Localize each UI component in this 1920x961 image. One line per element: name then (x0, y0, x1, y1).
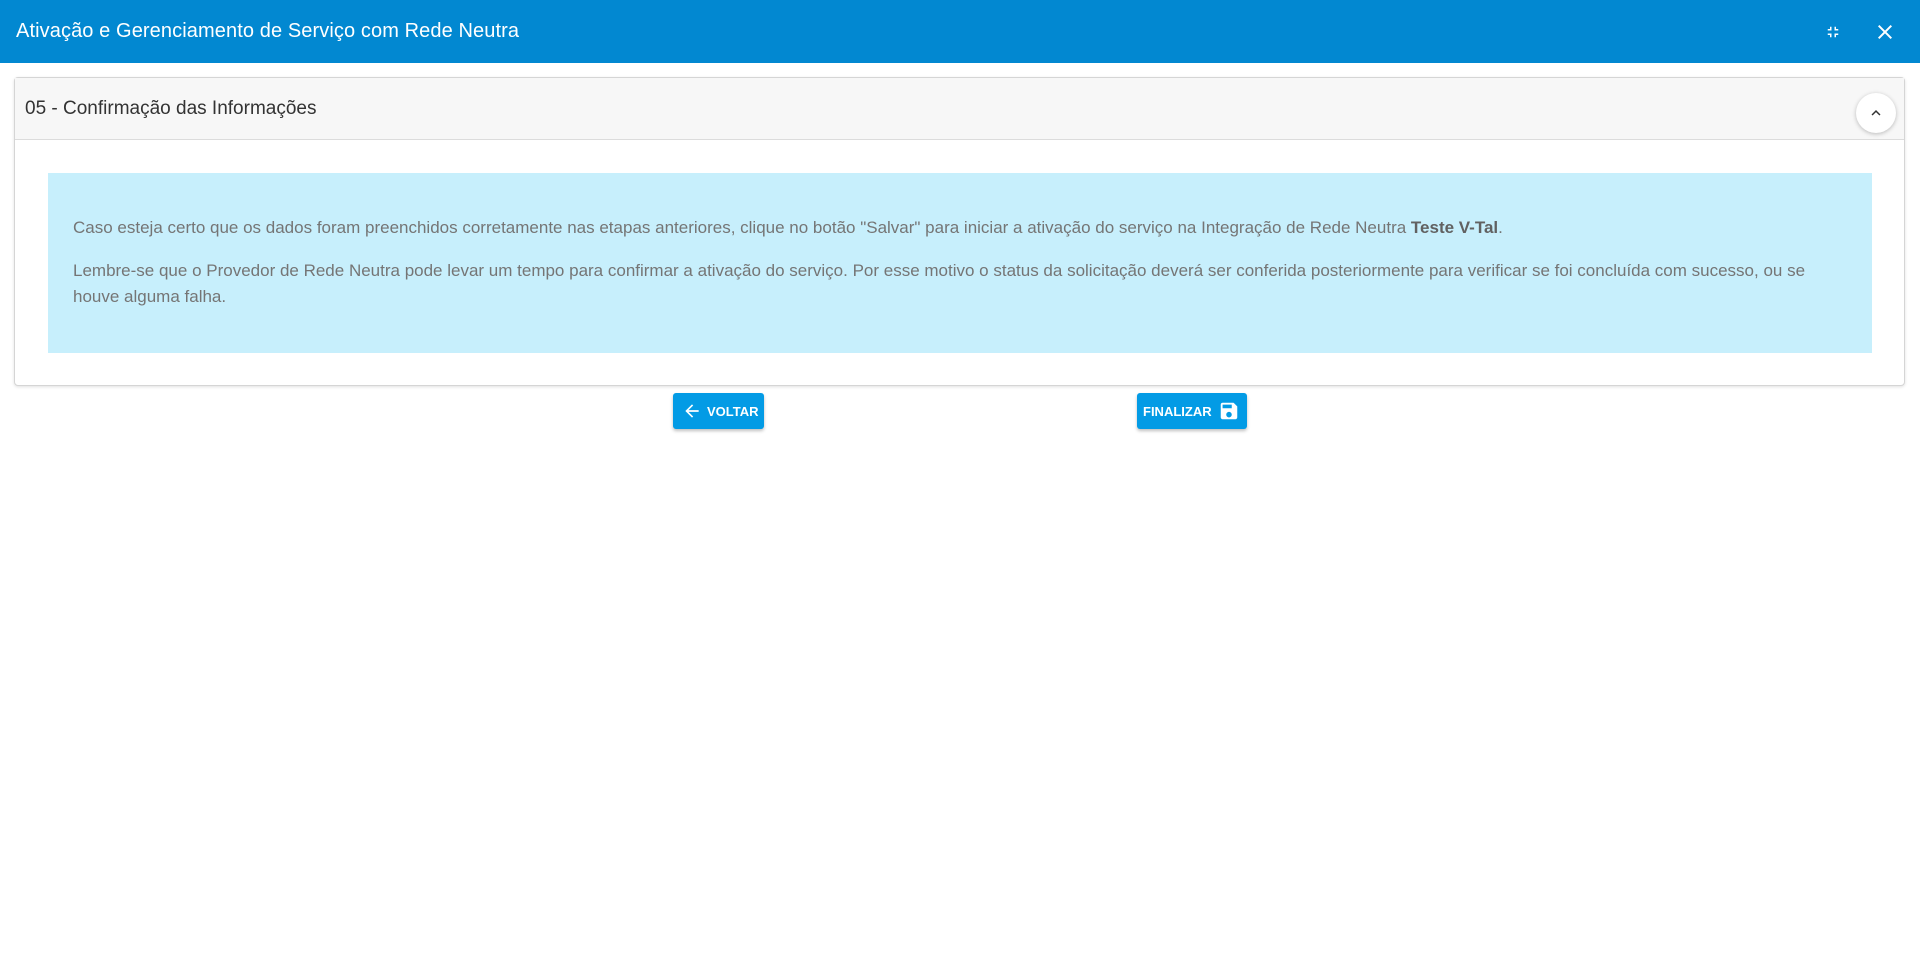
back-button[interactable]: VOLTAR (673, 393, 764, 429)
panel-header[interactable]: 05 - Confirmação das Informações (15, 78, 1904, 140)
window-titlebar: Ativação e Gerenciamento de Serviço com … (0, 0, 1920, 63)
close-icon (1878, 24, 1892, 39)
finish-button-label: FINALIZAR (1143, 403, 1212, 419)
compress-icon (1827, 26, 1839, 37)
finish-button[interactable]: FINALIZAR (1137, 393, 1247, 429)
save-icon (1220, 402, 1237, 420)
info-paragraph-2: Lembre-se que o Provedor de Rede Neutra … (73, 261, 1806, 306)
chevron-up-icon (1871, 110, 1881, 116)
close-button[interactable] (1870, 17, 1900, 47)
info-text-1: Caso esteja certo que os dados foram pre… (73, 218, 1411, 237)
compress-button[interactable] (1818, 17, 1848, 47)
info-alert: Caso esteja certo que os dados foram pre… (48, 173, 1872, 353)
collapse-button[interactable] (1856, 93, 1896, 133)
info-paragraph-1: Caso esteja certo que os dados foram pre… (73, 215, 1847, 241)
confirmation-panel: 05 - Confirmação das Informações Caso es… (14, 77, 1905, 386)
arrow-left-icon (685, 404, 699, 418)
integration-name: Teste V-Tal (1410, 218, 1499, 237)
back-button-label: VOLTAR (707, 403, 759, 419)
panel-title: 05 - Confirmação das Informações (25, 97, 317, 119)
info-text-1-end: . (1498, 218, 1503, 237)
window-title: Ativação e Gerenciamento de Serviço com … (16, 20, 520, 42)
window-actions (1818, 0, 1900, 63)
